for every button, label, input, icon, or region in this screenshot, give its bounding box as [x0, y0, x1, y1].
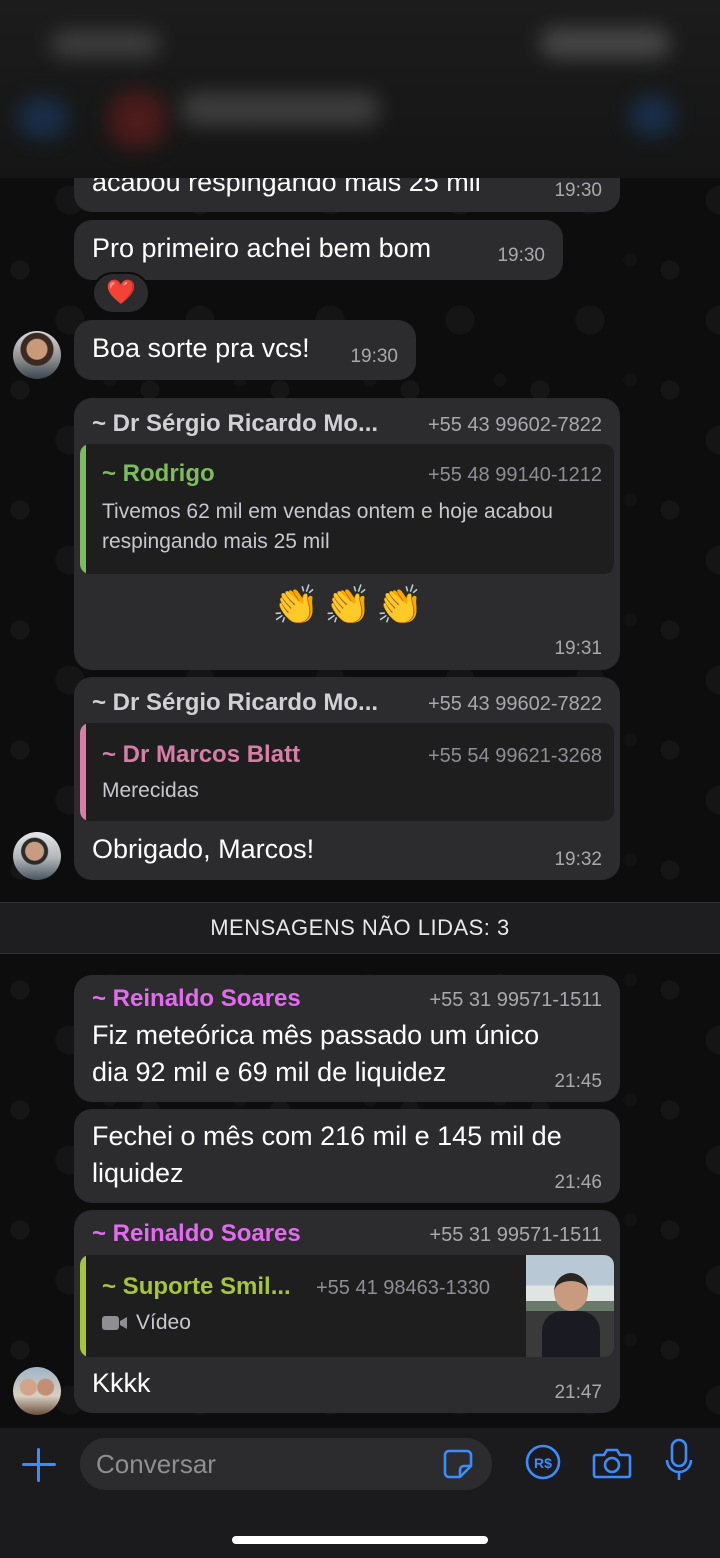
message-text: dia 92 mil e 69 mil de liquidez [92, 1057, 447, 1087]
message-bubble[interactable]: Fechei o mês com 216 mil e 145 mil de li… [74, 1109, 620, 1203]
message-bubble[interactable]: ~ Dr Sérgio Ricardo Mo... +55 43 99602-7… [74, 677, 620, 880]
video-icon [102, 1316, 127, 1331]
sender-name[interactable]: ~ Reinaldo Soares [92, 985, 301, 1013]
message-time: 19:32 [554, 849, 602, 870]
quote-text: Tivemos 62 mil em vendas ontem e hoje ac… [102, 500, 553, 523]
message-time: 19:30 [350, 346, 398, 367]
quote-text: Merecidas [102, 779, 199, 802]
message-input[interactable] [96, 1438, 426, 1490]
message-time: 21:46 [554, 1172, 602, 1193]
plus-icon[interactable] [20, 1446, 58, 1484]
quote-bar [80, 1255, 86, 1357]
quote-sender-name: ~ Suporte Smil... [102, 1273, 291, 1300]
microphone-icon[interactable] [664, 1438, 694, 1486]
quote-media-label: Vídeo [102, 1307, 191, 1338]
quoted-message[interactable]: ~ Rodrigo +55 48 99140-1212 Tivemos 62 m… [80, 444, 614, 574]
message-text: Boa sorte pra vcs! [92, 333, 310, 363]
heart-icon: ❤️ [106, 279, 136, 306]
home-indicator[interactable] [232, 1536, 488, 1544]
avatar[interactable] [13, 1367, 61, 1415]
clapping-hands-emoji: 👏 [376, 585, 424, 627]
sender-phone: +55 43 99602-7822 [427, 414, 602, 436]
message-text: liquidez [92, 1158, 184, 1188]
quoted-message[interactable]: ~ Dr Marcos Blatt +55 54 99621-3268 Mere… [80, 723, 614, 821]
sender-name[interactable]: ~ Dr Sérgio Ricardo Mo... [92, 689, 378, 717]
quote-sender-name: ~ Dr Marcos Blatt [102, 741, 301, 768]
sender-phone: +55 31 99571-1511 [429, 1224, 602, 1246]
message-text: Kkkk [92, 1368, 151, 1398]
quote-text: respingando mais 25 mil [102, 530, 330, 553]
message-bubble[interactable]: Boa sorte pra vcs! 19:30 [74, 320, 416, 380]
chat-header [0, 0, 720, 178]
quote-bar [80, 444, 86, 574]
quote-sender-name: ~ Rodrigo [102, 460, 215, 487]
message-input-field[interactable] [80, 1438, 492, 1490]
sender-name[interactable]: ~ Reinaldo Soares [92, 1220, 301, 1248]
clapping-hands-emoji: 👏 [272, 585, 320, 627]
quote-sender-phone: +55 48 99140-1212 [427, 464, 602, 486]
sender-phone: +55 31 99571-1511 [429, 989, 602, 1011]
message-time: 19:30 [497, 245, 545, 266]
quote-sender-phone: +55 54 99621-3268 [427, 745, 602, 767]
back-button[interactable] [18, 98, 68, 138]
message-text: Fiz meteórica mês passado um único [92, 1020, 540, 1050]
message-bubble[interactable]: Pro primeiro achei bem bom 19:30 [74, 220, 563, 280]
quote-sender-phone: +55 41 98463-1330 [316, 1277, 491, 1299]
avatar[interactable] [13, 331, 61, 379]
message-bubble[interactable]: ~ Dr Sérgio Ricardo Mo... +55 43 99602-7… [74, 398, 620, 670]
heart-reaction[interactable]: ❤️ [92, 272, 150, 314]
message-time: 21:45 [554, 1071, 602, 1092]
message-bubble[interactable]: ~ Reinaldo Soares +55 31 99571-1511 ~ Su… [74, 1210, 620, 1413]
sticker-icon[interactable] [442, 1448, 474, 1480]
message-time: 21:47 [554, 1382, 602, 1403]
message-text: Fechei o mês com 216 mil e 145 mil de [92, 1121, 562, 1151]
video-thumbnail[interactable] [526, 1255, 614, 1357]
quote-bar [80, 723, 86, 821]
group-title[interactable] [180, 92, 380, 126]
call-button[interactable] [630, 96, 675, 136]
group-avatar[interactable] [110, 92, 165, 147]
status-bar-time [50, 30, 160, 58]
clapping-hands-emoji: 👏 [324, 585, 372, 627]
camera-icon[interactable] [592, 1446, 632, 1480]
unread-messages-divider: MENSAGENS NÃO LIDAS: 3 [0, 902, 720, 954]
quoted-message[interactable]: ~ Suporte Smil... +55 41 98463-1330 Víde… [80, 1255, 614, 1357]
sender-phone: +55 43 99602-7822 [427, 693, 602, 715]
message-time: 19:31 [554, 638, 602, 659]
sender-name[interactable]: ~ Dr Sérgio Ricardo Mo... [92, 410, 378, 438]
message-text: Obrigado, Marcos! [92, 834, 315, 864]
pix-payment-icon[interactable]: R$ [525, 1444, 561, 1480]
status-bar-indicators [540, 28, 670, 58]
avatar[interactable] [13, 832, 61, 880]
message-text: Pro primeiro achei bem bom [92, 233, 432, 263]
svg-text:R$: R$ [534, 1455, 552, 1471]
message-time: 19:30 [554, 180, 602, 201]
message-bubble[interactable]: ~ Reinaldo Soares +55 31 99571-1511 Fiz … [74, 975, 620, 1102]
